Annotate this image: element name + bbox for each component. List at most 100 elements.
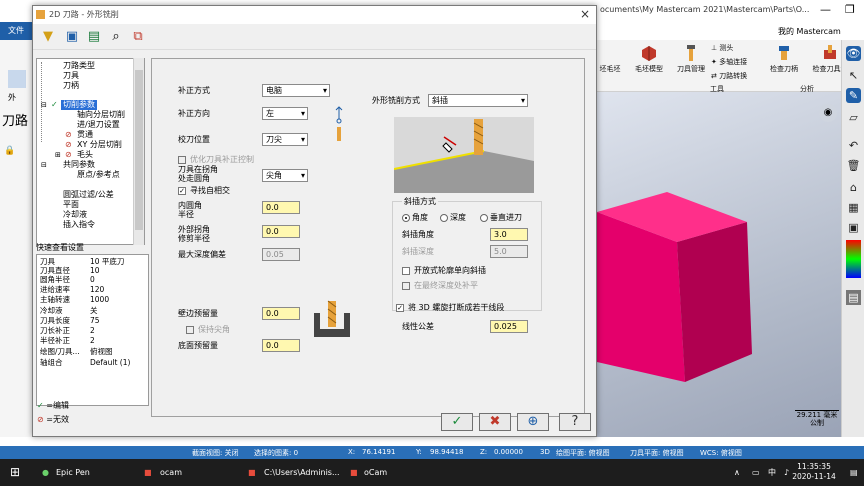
invalid-icon: ⊘: [65, 150, 72, 159]
tree-item-multi-passes[interactable]: XY 分层切削: [77, 140, 122, 150]
wall-stock-input[interactable]: 0.0: [262, 307, 300, 320]
corner-roll-select[interactable]: 尖角: [262, 169, 308, 182]
tree-scroll-thumb[interactable]: [135, 70, 143, 230]
optimize-checkbox[interactable]: [178, 156, 186, 164]
status-bar: 截面视图: 关闭 选择的图素: 0 X: 76.14191 Y: 98.9441…: [0, 446, 864, 459]
ramp-depth-radio[interactable]: [440, 214, 448, 222]
max-depth-input[interactable]: 0.05: [262, 248, 300, 261]
graphics-viewport[interactable]: ◉ 29.211 毫米 公制: [597, 92, 841, 437]
tree-item-planes[interactable]: 平面: [63, 200, 79, 210]
eye-icon[interactable]: 👁: [846, 46, 861, 61]
check-holder-button[interactable]: 检查刀柄: [767, 44, 801, 74]
apply-button[interactable]: ⊕: [517, 413, 549, 431]
notification-icon[interactable]: ▤: [846, 459, 858, 486]
volume-icon[interactable]: ♪: [780, 459, 789, 486]
ramp-vertical-radio-label: 垂直进刀: [490, 213, 522, 222]
tree-item-toolpath-type[interactable]: 刀路类型: [63, 61, 95, 71]
cursor-icon[interactable]: ↖: [846, 68, 861, 83]
ribbon-partial-item[interactable]: 坯毛坯: [597, 64, 623, 74]
tree-item-depth-cuts[interactable]: 轴向分层切削: [77, 110, 125, 120]
ramp-angle-radio[interactable]: [402, 214, 410, 222]
save-as-icon[interactable]: ▤: [85, 28, 103, 46]
tool-plane-status[interactable]: 刀具平面: 俯视图: [630, 448, 684, 458]
ramp-angle-input[interactable]: 3.0: [490, 228, 528, 241]
tray-language[interactable]: 中: [764, 459, 776, 486]
open-contour-checkbox[interactable]: [402, 267, 410, 275]
section-view-status[interactable]: 截面视图: 关闭: [192, 448, 239, 458]
pen-icon[interactable]: ✎: [846, 88, 861, 103]
tree-item-arc-filter[interactable]: 圆弧过滤/公差: [63, 190, 114, 200]
cancel-button[interactable]: ✖: [479, 413, 511, 431]
multiaxis-link-button[interactable]: ✦ 多轴连接: [711, 57, 761, 67]
ramp-depth-input[interactable]: 5.0: [490, 245, 528, 258]
inner-radius-input[interactable]: 0.0: [262, 201, 300, 214]
tree-item-coolant[interactable]: 冷却液: [63, 210, 87, 220]
tree-item-cut-params[interactable]: 切削参数: [61, 100, 97, 110]
camera-icon[interactable]: ⌂: [846, 180, 861, 195]
tree-expand-icon[interactable]: ⊟: [41, 100, 47, 110]
ok-button[interactable]: ✓: [441, 413, 473, 431]
tree-scrollbar[interactable]: [133, 58, 144, 245]
taskbar-clock[interactable]: 11:35:35 2020-11-14: [790, 462, 838, 482]
left-ribbon-button[interactable]: [8, 70, 26, 88]
tool-manager-button[interactable]: 刀具管理: [671, 44, 711, 74]
settings-icon[interactable]: ⧉: [129, 28, 147, 46]
find-self-intersect-checkbox[interactable]: [178, 187, 186, 195]
contour-type-select[interactable]: 斜插: [428, 94, 528, 107]
tree-expand-icon[interactable]: ⊟: [41, 160, 47, 170]
stock-model-button[interactable]: 毛坯模型: [629, 44, 669, 74]
final-depth-checkbox[interactable]: [402, 282, 410, 290]
copy-icon[interactable]: ▣: [846, 220, 861, 235]
layer-icon[interactable]: ▤: [846, 290, 861, 305]
preview-icon[interactable]: ⌕: [107, 28, 125, 46]
minimize-icon[interactable]: —: [820, 3, 831, 16]
outer-radius-input[interactable]: 0.0: [262, 225, 300, 238]
file-menu-tab[interactable]: 文件: [0, 22, 32, 40]
color-palette-icon[interactable]: [846, 240, 861, 278]
tree-item-canned-text[interactable]: 插入指令: [63, 220, 95, 230]
undo-icon[interactable]: ↶: [846, 138, 861, 153]
taskbar-ocam[interactable]: ocam: [156, 459, 182, 486]
tree-item-home-ref[interactable]: 原点/参考点: [77, 170, 120, 180]
tree-item-tool[interactable]: 刀具: [63, 71, 79, 81]
eraser-icon[interactable]: ▱: [846, 110, 861, 125]
windows-start-icon[interactable]: ⊞: [6, 459, 20, 486]
tree-item-tabs[interactable]: 毛头: [77, 150, 93, 160]
tree-item-linking[interactable]: 共同参数: [63, 160, 95, 170]
linear-tol-input[interactable]: 0.025: [490, 320, 528, 333]
wcs-status[interactable]: WCS: 俯视图: [700, 448, 742, 458]
restore-icon[interactable]: ❐: [845, 3, 855, 16]
comp-type-select[interactable]: 电脑: [262, 84, 330, 97]
toolpath-transform-button[interactable]: ⇄ 刀路转换: [711, 71, 761, 81]
save-icon[interactable]: ▣: [63, 28, 81, 46]
taskbar-ocam-2[interactable]: oCam: [360, 459, 387, 486]
comp-dir-select[interactable]: 左: [262, 107, 308, 120]
close-icon[interactable]: ×: [578, 8, 592, 22]
tip-comp-select[interactable]: 刀尖: [262, 133, 308, 146]
keep-sharp-checkbox[interactable]: [186, 326, 194, 334]
my-mastercam-link[interactable]: 我的 Mastercam: [778, 26, 841, 37]
break-helix-checkbox[interactable]: [396, 304, 404, 312]
optimize-label: 优化刀具补正控制: [190, 155, 254, 164]
draw-plane-status[interactable]: 绘图平面: 俯视图: [556, 448, 610, 458]
lock-icon[interactable]: 🔒: [4, 146, 15, 156]
tree-item-holder[interactable]: 刀柄: [63, 81, 79, 91]
tool-icon[interactable]: ▼: [39, 28, 57, 46]
network-icon[interactable]: ▭: [748, 459, 760, 486]
floor-stock-input[interactable]: 0.0: [262, 339, 300, 352]
toolpath-transform-label: 刀路转换: [719, 72, 748, 80]
tool-manager-label: 刀具管理: [677, 65, 705, 73]
taskbar-epic-pen[interactable]: Epic Pen: [52, 459, 90, 486]
ramp-vertical-radio[interactable]: [480, 214, 488, 222]
tray-chevron-icon[interactable]: ∧: [730, 459, 740, 486]
probe-button[interactable]: ⊥ 测头: [711, 43, 751, 53]
taskbar-explorer[interactable]: C:\Users\Adminis...: [260, 459, 340, 486]
help-button[interactable]: ?: [559, 413, 591, 431]
tree-item-break-through[interactable]: 贯通: [77, 130, 93, 140]
tree-item-lead-in-out[interactable]: 进/退刀设置: [77, 120, 120, 130]
grid-icon[interactable]: ▦: [846, 200, 861, 215]
trash-icon[interactable]: 🗑: [846, 158, 861, 173]
tree-expand-icon[interactable]: ⊞: [55, 150, 61, 160]
view-nav-icon[interactable]: ◉: [819, 104, 837, 122]
mode-3d-toggle[interactable]: 3D: [540, 448, 550, 456]
